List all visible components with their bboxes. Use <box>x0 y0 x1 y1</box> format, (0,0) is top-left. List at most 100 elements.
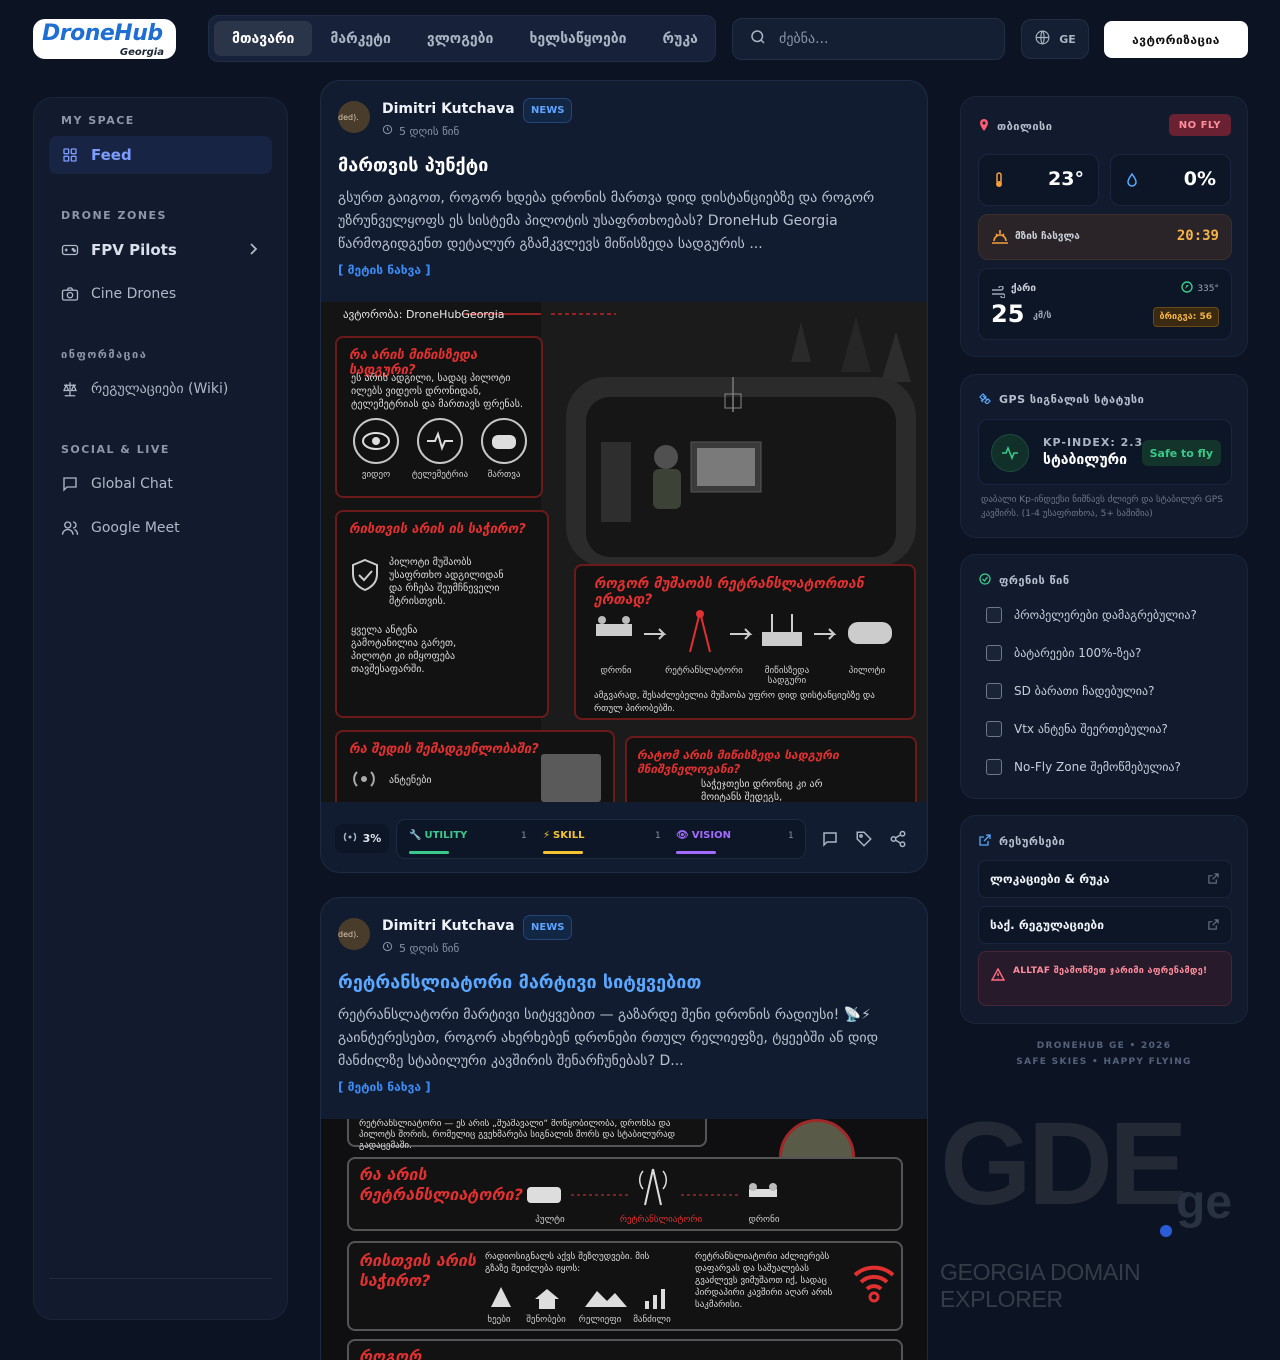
checklist-label: SD ბარათი ჩადებულია? <box>1014 684 1155 698</box>
checklist-item[interactable]: SD ბარათი ჩადებულია? <box>986 683 1154 699</box>
info-box-what: რა არის მიწისზედა სადგური? ეს არის ადგილ… <box>335 336 543 498</box>
gust-badge: ბრიგვა: 56 <box>1152 307 1219 327</box>
satellite-icon <box>979 392 991 407</box>
post-time-text: 5 დღის წინ <box>399 124 460 138</box>
post-stats: 🔧 UTILITY 1 ⚡ SKILL 1 👁 VISION 1 <box>396 819 806 859</box>
read-more-link[interactable]: [ მეტის ნახვა ] <box>338 263 431 277</box>
sunset-icon <box>991 229 1009 249</box>
logo-text: DroneHub <box>42 21 163 46</box>
wind-box: ქარი 335° 25 კმ/ს ბრიგვა: 56 <box>978 268 1232 340</box>
logo-subtext: Georgia <box>119 47 164 58</box>
scales-icon <box>61 380 79 398</box>
sunset-box: მზის ჩასვლა 20:39 <box>978 214 1232 260</box>
checkbox[interactable] <box>986 721 1002 737</box>
checklist-label: Vtx ანტენა შეერთებულია? <box>1014 722 1168 736</box>
post-title[interactable]: რეტრანსლიატორი მარტივი სიტყვებით <box>338 972 701 993</box>
post-author[interactable]: Dimitri Kutchava <box>382 101 515 117</box>
checkbox[interactable] <box>986 607 1002 623</box>
info-heading: რატომ არის მიწისზედა სადგური მნიშვნელოვა… <box>637 748 839 776</box>
post-title[interactable]: მართვის პუნქტი <box>338 155 488 176</box>
nav-home[interactable]: მთავარი <box>214 21 313 56</box>
wind-speed: 25 <box>991 300 1025 328</box>
language-switch[interactable]: GE <box>1021 19 1089 59</box>
dronehub-logo[interactable]: DroneHub Georgia <box>33 19 176 59</box>
checklist-label: პროპელერები დამაგრებულია? <box>1014 608 1197 622</box>
share-icon[interactable] <box>889 830 907 848</box>
post-card: ded). Dimitri Kutchava NEWS 5 დღის წინ მ… <box>320 80 928 873</box>
checklist-item[interactable]: პროპელერები დამაგრებულია? <box>986 607 1197 623</box>
kp-index: KP-INDEX: 2.3 <box>1043 436 1144 449</box>
post-time: 5 დღის წინ <box>382 124 459 138</box>
checkbox[interactable] <box>986 645 1002 661</box>
checkbox[interactable] <box>986 759 1002 775</box>
nav-map[interactable]: რუკა <box>645 21 716 56</box>
news-badge: NEWS <box>523 98 573 123</box>
checklist-title-text: ფრენის წინ <box>999 574 1070 587</box>
read-more-link[interactable]: [ მეტის ნახვა ] <box>338 1080 431 1094</box>
search-icon <box>749 28 767 50</box>
footer-line: DRONEHUB GE • 2026 <box>1036 1041 1172 1051</box>
search-input[interactable] <box>779 31 979 47</box>
sidebar-item-label: Cine Drones <box>91 286 177 302</box>
post-infographic[interactable]: რეტრანსლიატორი — ეს არის „შუამავალი“ მოწ… <box>321 1119 927 1360</box>
eye-icon: 👁 <box>676 830 689 841</box>
gamepad-icon <box>61 241 79 259</box>
checkbox[interactable] <box>986 683 1002 699</box>
nav-tools[interactable]: ხელსაწყოები <box>511 21 644 56</box>
camera-icon <box>61 285 79 303</box>
info-text: ყველა ანტენა გამოტანილია გარეთ, პილოტი კ… <box>351 625 457 675</box>
post-infographic[interactable]: ავტორობა: DroneHubGeorgia რა არის მიწისზ… <box>321 302 927 802</box>
sidebar-item-wiki[interactable]: რეგულაციები (Wiki) <box>49 370 272 408</box>
stat-bar <box>676 851 716 854</box>
stat-vision[interactable]: 👁 VISION <box>676 830 731 841</box>
post-author[interactable]: Dimitri Kutchava <box>382 918 515 934</box>
checklist-item[interactable]: ბატარეები 100%-ზეა? <box>986 645 1141 661</box>
external-link-icon <box>1208 919 1219 933</box>
diagram-label: დრონი <box>748 1215 780 1225</box>
nav-vlogs[interactable]: ვლოგები <box>409 21 512 56</box>
nav-market[interactable]: მარკეტი <box>312 21 408 56</box>
watermark-main: GDE <box>940 1098 1188 1230</box>
post-card: ded). Dimitri Kutchava NEWS 5 დღის წინ რ… <box>320 897 928 1360</box>
fine-warning[interactable]: ALLTAF შეამოწმეთ ჯარიმი აფრენამდე! <box>978 951 1232 1006</box>
gps-status-box: KP-INDEX: 2.3 სტაბილური Safe to fly <box>978 419 1232 485</box>
resources-card: რესურსები ლოკაციები & რუკა საქ. რეგულაცი… <box>960 815 1248 1024</box>
comment-icon[interactable] <box>821 830 839 848</box>
checklist-card: ფრენის წინ პროპელერები დამაგრებულია? ბატ… <box>960 554 1248 799</box>
login-button[interactable]: ავტორიზაცია <box>1104 21 1248 58</box>
checklist-item[interactable]: No-Fly Zone შემოწმებულია? <box>986 759 1181 775</box>
checklist-item[interactable]: Vtx ანტენა შეერთებულია? <box>986 721 1168 737</box>
sidebar-item-fpv[interactable]: FPV Pilots <box>49 231 272 269</box>
link-regulations[interactable]: საქ. რეგულაციები <box>978 906 1232 944</box>
sidebar-item-chat[interactable]: Global Chat <box>49 465 272 503</box>
stat-skill[interactable]: ⚡ SKILL <box>543 830 584 841</box>
infographic-author: ავტორობა: DroneHubGeorgia <box>343 308 505 321</box>
info-box-importance: რატომ არის მიწისზედა სადგური მნიშვნელოვა… <box>625 736 917 802</box>
diagram-label: რეტრანსლიატორი <box>619 1215 703 1225</box>
clock-icon <box>382 941 393 955</box>
gps-card: GPS სიგნალის სტატუსი KP-INDEX: 2.3 სტაბი… <box>960 374 1248 538</box>
wrench-icon: 🔧 <box>409 830 422 841</box>
stat-utility[interactable]: 🔧 UTILITY <box>409 830 467 841</box>
link-locations-map[interactable]: ლოკაციები & რუკა <box>978 860 1232 898</box>
sidebar-item-label: FPV Pilots <box>91 241 177 259</box>
flow-label: პილოტი <box>848 666 886 676</box>
resources-title: რესურსები <box>979 834 1065 849</box>
avatar[interactable]: ded). <box>338 101 370 133</box>
resources-title-text: რესურსები <box>999 835 1066 848</box>
safe-badge: Safe to fly <box>1141 440 1221 466</box>
sidebar-item-meet[interactable]: Google Meet <box>49 509 272 547</box>
external-link-icon <box>979 834 991 849</box>
panel-antenna-image <box>541 754 601 802</box>
signal-value: 3% <box>362 832 382 845</box>
sidebar-item-cine[interactable]: Cine Drones <box>49 275 272 313</box>
tag-icon[interactable] <box>855 830 873 848</box>
sidebar-item-feed[interactable]: Feed <box>49 136 272 174</box>
info-heading: რა შედის შემადგენლობაში? <box>349 742 539 757</box>
gps-state: სტაბილური <box>1043 452 1128 468</box>
compass-icon <box>1181 281 1194 296</box>
search-box[interactable] <box>732 18 1005 60</box>
avatar[interactable]: ded). <box>338 918 370 950</box>
icon-caption: მართვა <box>487 470 521 480</box>
info-heading: რა არის რეტრანსლიატორი? <box>359 1165 523 1204</box>
